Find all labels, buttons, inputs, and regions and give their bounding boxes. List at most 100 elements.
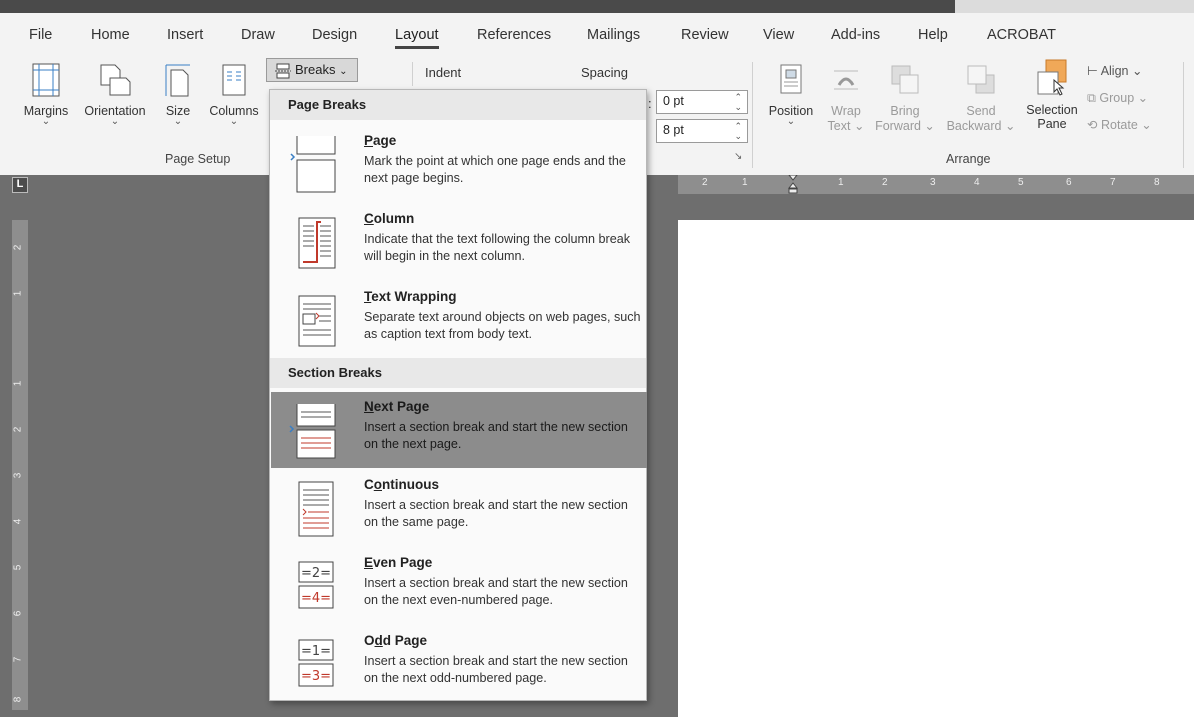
- menu-item-description: Insert a section break and start the new…: [364, 420, 628, 451]
- svg-text:=1=: =1=: [301, 644, 331, 659]
- size-button[interactable]: Size ⌄: [160, 63, 196, 127]
- column-break-icon: [298, 217, 336, 269]
- menu-item-description: Insert a section break and start the new…: [364, 576, 628, 607]
- menu-item-page-break[interactable]: Page Mark the point at which one page en…: [271, 126, 647, 202]
- menu-item-even-page[interactable]: =2= =4= Even Page Insert a section break …: [271, 548, 647, 624]
- send-label: Send: [966, 104, 996, 118]
- ruler-number: 2: [882, 177, 888, 188]
- spacing-before-input[interactable]: 0 pt ⌃ ⌄: [656, 90, 748, 114]
- indent-label: Indent: [425, 65, 462, 80]
- menu-item-description: Insert a section break and start the new…: [364, 654, 628, 685]
- tab-home[interactable]: Home: [91, 27, 130, 43]
- ruler-number: 7: [1110, 177, 1116, 188]
- rotate-label: Rotate: [1100, 118, 1138, 132]
- spinner-arrows-icon[interactable]: ⌃ ⌄: [734, 92, 742, 112]
- group-button[interactable]: ⧉ Group ⌄: [1087, 90, 1148, 106]
- document-page[interactable]: [678, 220, 1194, 717]
- breaks-dropdown-menu: Page Breaks Page Mark the point at which…: [269, 89, 647, 701]
- columns-icon: [222, 64, 246, 96]
- menu-item-description: Indicate that the text following the col…: [364, 232, 631, 263]
- spinner-arrows-icon[interactable]: ⌃ ⌄: [734, 121, 742, 141]
- tab-draw[interactable]: Draw: [241, 27, 275, 43]
- breaks-label: Breaks: [295, 62, 336, 77]
- horizontal-ruler[interactable]: 2 1 1 2 3 4 5 6 7 8: [678, 175, 1194, 194]
- tab-mailings[interactable]: Mailings: [587, 27, 640, 43]
- wrap-text-icon: [834, 70, 858, 90]
- tab-insert[interactable]: Insert: [167, 27, 203, 43]
- rotate-button[interactable]: ⟲ Rotate ⌄: [1087, 117, 1152, 132]
- send-backward-button[interactable]: Send Backward ⌄: [942, 63, 1020, 133]
- indent-marker-icon[interactable]: [788, 175, 798, 194]
- orientation-icon: [100, 64, 131, 96]
- ruler-number: 1: [742, 177, 748, 188]
- tab-layout[interactable]: Layout: [395, 27, 439, 49]
- bring-forward-icon: [891, 65, 919, 94]
- menu-item-odd-page[interactable]: =1= =3= Odd Page Insert a section break a…: [271, 626, 647, 702]
- tab-selector-button[interactable]: L: [12, 177, 28, 193]
- text-label: Text ⌄: [827, 119, 865, 133]
- align-label: Align: [1100, 64, 1129, 78]
- tab-add-ins[interactable]: Add-ins: [831, 27, 880, 43]
- tab-references[interactable]: References: [477, 27, 551, 43]
- spacing-before-value: 0 pt: [663, 94, 684, 108]
- continuous-break-icon: [298, 481, 334, 537]
- tab-file[interactable]: File: [29, 27, 52, 43]
- tab-view[interactable]: View: [763, 27, 794, 43]
- bring-forward-button[interactable]: Bring Forward ⌄: [870, 63, 940, 133]
- vertical-ruler[interactable]: 2 1 1 2 3 4 5 6 7 8: [12, 220, 28, 710]
- wrap-label: Wrap: [831, 104, 861, 118]
- position-icon: [780, 64, 802, 94]
- ruler-number: 8: [1154, 177, 1160, 188]
- menu-item-title: Continuous: [364, 477, 439, 492]
- section-breaks-header: Section Breaks: [270, 358, 646, 388]
- spacing-after-value: 8 pt: [663, 123, 684, 137]
- tab-help[interactable]: Help: [918, 27, 948, 43]
- spacing-label: Spacing: [581, 65, 628, 80]
- group-divider: [752, 62, 753, 168]
- align-icon: ⊢: [1087, 64, 1098, 78]
- ruler-number: 6: [12, 610, 24, 617]
- ruler-number: 3: [930, 177, 936, 188]
- svg-text:=3=: =3=: [301, 669, 331, 684]
- ruler-number: 4: [974, 177, 980, 188]
- page-breaks-header: Page Breaks: [270, 90, 646, 120]
- text-wrapping-icon: [298, 295, 336, 347]
- menu-item-title: Page: [364, 133, 397, 148]
- breaks-button[interactable]: Breaks ⌄: [266, 58, 358, 82]
- paragraph-dialog-launcher-icon[interactable]: ↘: [734, 151, 742, 162]
- group-divider: [1183, 62, 1184, 168]
- menu-item-column-break[interactable]: Column Indicate that the text following …: [271, 204, 647, 280]
- selection-pane-button[interactable]: Selection Pane: [1022, 58, 1082, 131]
- next-page-break-icon: [289, 404, 336, 459]
- menu-item-title: Text Wrapping: [364, 289, 457, 304]
- align-button[interactable]: ⊢ Align ⌄: [1087, 63, 1142, 78]
- group-icon: ⧉: [1087, 91, 1096, 105]
- ruler-number: 8: [12, 696, 24, 703]
- margins-button[interactable]: Margins ⌄: [18, 63, 74, 127]
- ribbon-tab-bar: File Home Insert Draw Design Layout Refe…: [0, 13, 1194, 58]
- group-label: Group: [1099, 91, 1135, 105]
- tab-review[interactable]: Review: [681, 27, 729, 43]
- menu-item-title: Next Page: [364, 399, 430, 414]
- spacing-after-input[interactable]: 8 pt ⌃ ⌄: [656, 119, 748, 143]
- ruler-number: 2: [12, 426, 24, 433]
- tab-acrobat[interactable]: ACROBAT: [987, 27, 1056, 43]
- title-strip: [0, 0, 1194, 13]
- page-break-icon: [290, 136, 336, 193]
- columns-button[interactable]: Columns ⌄: [204, 63, 264, 127]
- rotate-icon: ⟲: [1087, 118, 1098, 132]
- ruler-number: 5: [1018, 177, 1024, 188]
- ruler-number: 4: [12, 518, 24, 525]
- menu-item-text-wrapping-break[interactable]: Text Wrapping Separate text around objec…: [271, 282, 647, 358]
- menu-item-next-page[interactable]: Next Page Insert a section break and sta…: [271, 392, 647, 468]
- svg-text:=2=: =2=: [301, 566, 331, 581]
- ruler-number: 2: [12, 244, 24, 251]
- bring-label: Bring: [890, 104, 920, 118]
- menu-item-continuous[interactable]: Continuous Insert a section break and st…: [271, 470, 647, 546]
- position-button[interactable]: Position ⌄: [762, 63, 820, 127]
- selection-label: Selection: [1026, 103, 1078, 117]
- orientation-button[interactable]: Orientation ⌄: [76, 63, 154, 127]
- ruler-number: 1: [838, 177, 844, 188]
- tab-design[interactable]: Design: [312, 27, 357, 43]
- wrap-text-button[interactable]: Wrap Text ⌄: [824, 63, 868, 133]
